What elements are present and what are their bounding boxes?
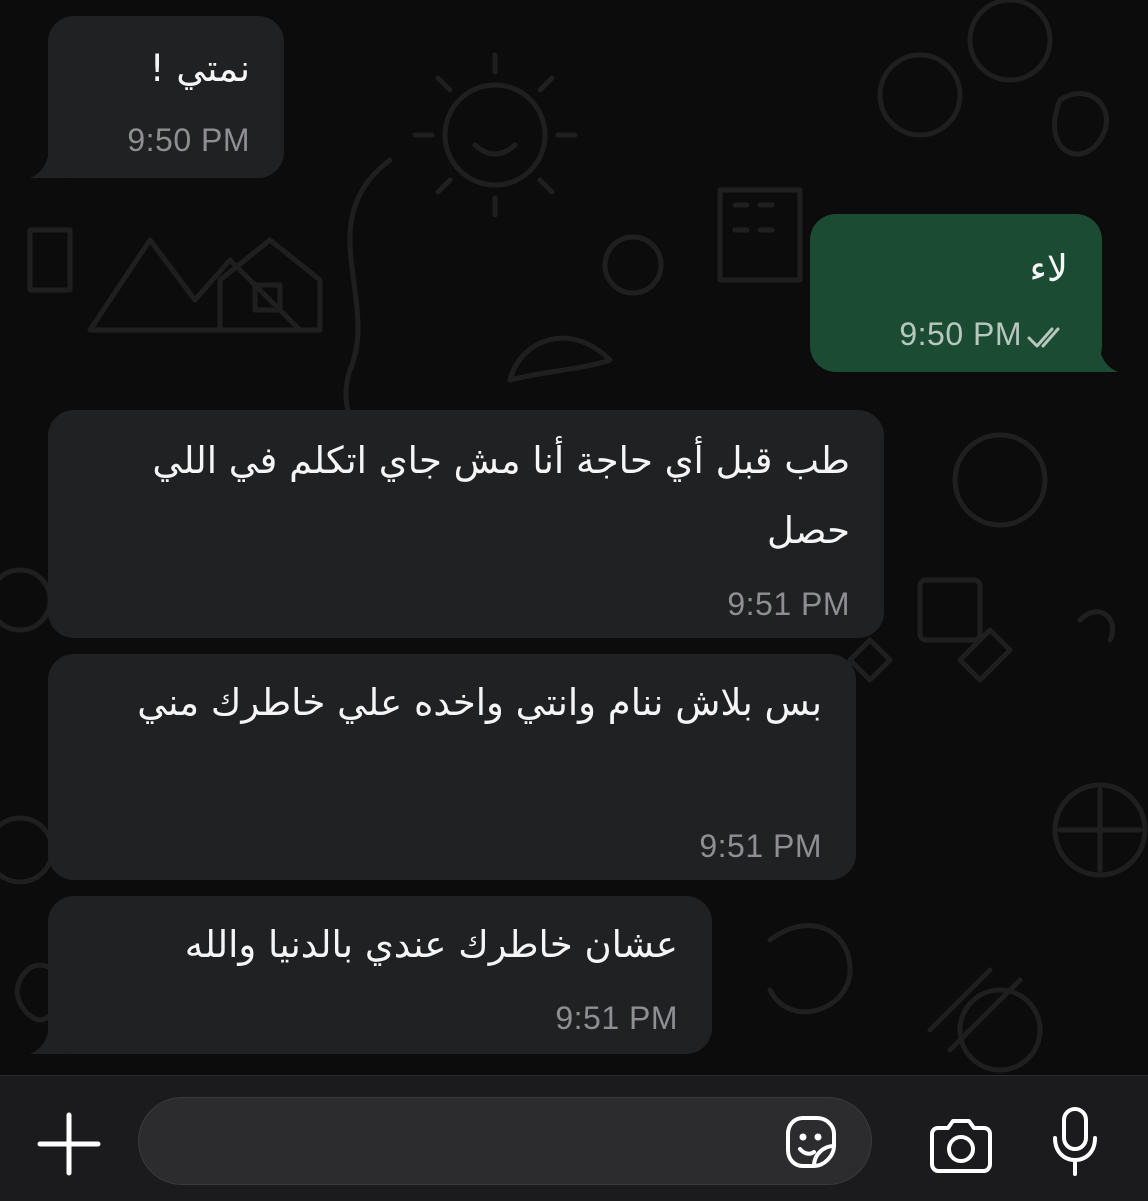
- bubble-tail-incoming: [30, 1014, 70, 1054]
- message-time: 9:50 PM: [899, 316, 1022, 352]
- bubble-tail-incoming: [30, 138, 70, 178]
- sticker-icon[interactable]: [780, 1112, 840, 1172]
- message-bubble-incoming[interactable]: عشان خاطرك عندي بالدنيا والله 9:51 PM: [48, 896, 712, 1054]
- camera-icon[interactable]: [926, 1118, 996, 1174]
- microphone-icon[interactable]: [1050, 1106, 1100, 1178]
- message-text: عشان خاطرك عندي بالدنيا والله: [184, 923, 678, 966]
- message-text: بس بلاش ننام وانتي واخده علي خاطرك مني: [137, 681, 822, 724]
- message-time: 9:51 PM: [555, 1000, 678, 1036]
- message-text: طب قبل أي حاجة أنا مش جاي اتكلم في اللي …: [152, 439, 850, 552]
- message-bubble-outgoing[interactable]: لاء 9:50 PM: [810, 214, 1102, 372]
- message-bubble-incoming[interactable]: نمتي ! 9:50 PM: [48, 16, 284, 178]
- message-bubble-incoming[interactable]: بس بلاش ننام وانتي واخده علي خاطرك مني 9…: [48, 654, 856, 880]
- message-input[interactable]: [138, 1097, 872, 1185]
- double-check-icon: [1027, 327, 1060, 348]
- bubble-tail-outgoing: [1078, 332, 1118, 372]
- chat-area[interactable]: نمتي ! 9:50 PM لاء 9:50 PM طب قبل أي حاج…: [0, 0, 1148, 1075]
- message-text: نمتي !: [149, 47, 250, 90]
- plus-icon[interactable]: [36, 1111, 102, 1177]
- message-time: 9:50 PM: [127, 122, 250, 158]
- message-text: لاء: [1029, 247, 1069, 290]
- message-bubble-incoming[interactable]: طب قبل أي حاجة أنا مش جاي اتكلم في اللي …: [48, 410, 884, 638]
- message-time: 9:51 PM: [727, 586, 850, 622]
- message-time: 9:51 PM: [699, 828, 822, 864]
